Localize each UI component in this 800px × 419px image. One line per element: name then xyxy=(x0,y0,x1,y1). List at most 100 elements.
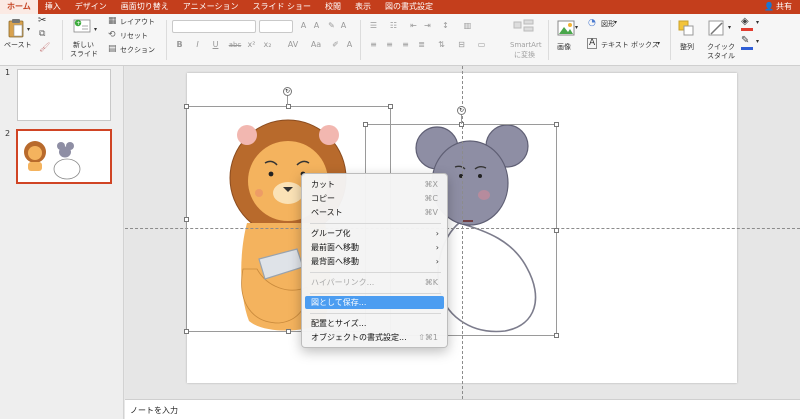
new-slide-dropdown-icon[interactable]: ▾ xyxy=(94,26,97,33)
tab-home[interactable]: ホーム xyxy=(0,0,38,14)
tab-review[interactable]: 校閲 xyxy=(318,0,348,14)
fill-bucket-icon[interactable]: ◈ xyxy=(741,16,749,27)
justify-icon[interactable]: ≣ xyxy=(416,39,427,51)
tab-picture-format[interactable]: 図の書式設定 xyxy=(378,0,440,14)
line-dropdown-icon[interactable]: ▾ xyxy=(756,38,759,45)
resize-handle-nw[interactable] xyxy=(184,104,189,109)
menu-item-cut[interactable]: カット ⌘X xyxy=(305,178,444,191)
menu-item-bring-to-front[interactable]: 最前面へ移動 › xyxy=(305,241,444,254)
increase-indent-icon[interactable]: ⇥ xyxy=(422,20,433,32)
strikethrough-icon[interactable]: abc xyxy=(228,39,242,51)
menu-item-size-and-position[interactable]: 配置とサイズ... xyxy=(305,317,444,330)
font-color-icon[interactable]: A xyxy=(344,39,355,51)
reset-button[interactable]: リセット xyxy=(120,31,148,41)
new-slide-icon[interactable]: + xyxy=(73,18,91,33)
clear-format-icon[interactable]: ✎ xyxy=(326,20,337,32)
picture-icon[interactable] xyxy=(557,20,575,36)
copy-icon[interactable]: ⧉ xyxy=(39,29,45,39)
textbox-button[interactable]: テキスト ボックス xyxy=(601,40,659,50)
tab-transitions[interactable]: 画面切り替え xyxy=(114,0,176,14)
shape-dropdown-icon[interactable]: ▾ xyxy=(614,19,617,26)
resize-handle-w[interactable] xyxy=(184,217,189,222)
align-left-icon[interactable]: ≡ xyxy=(368,39,379,51)
notes-placeholder: ノートを入力 xyxy=(130,406,178,415)
tab-view[interactable]: 表示 xyxy=(348,0,378,14)
menu-item-format-object[interactable]: オブジェクトの書式設定... ⇧⌘1 xyxy=(305,331,444,344)
text-direction-icon[interactable]: ⇅ xyxy=(436,39,447,51)
font-size-field[interactable] xyxy=(259,20,293,33)
new-slide-label-2[interactable]: スライド xyxy=(70,49,98,59)
char-spacing-icon[interactable]: AV xyxy=(284,39,302,51)
resize-handle-se-2[interactable] xyxy=(554,333,559,338)
resize-handle-ne-2[interactable] xyxy=(554,122,559,127)
shape-button[interactable]: 図形 xyxy=(601,19,615,29)
image-dropdown-icon[interactable]: ▾ xyxy=(575,24,578,31)
resize-handle-sw[interactable] xyxy=(184,329,189,334)
quick-style-label-2[interactable]: スタイル xyxy=(707,51,735,61)
font-grow-icon[interactable]: A xyxy=(298,20,309,32)
menu-item-group[interactable]: グループ化 › xyxy=(305,227,444,240)
smartart-label-1[interactable]: SmartArt xyxy=(510,41,542,49)
bullets-icon[interactable]: ☰ xyxy=(368,20,379,32)
menu-item-bring-to-front-label: 最前面へ移動 xyxy=(311,243,359,252)
menu-item-send-to-back[interactable]: 最背面へ移動 › xyxy=(305,255,444,268)
slide-thumbnail-2[interactable] xyxy=(16,129,112,184)
underline-icon[interactable]: U xyxy=(210,39,221,51)
format-painter-icon[interactable]: 🖌 xyxy=(39,43,50,53)
menu-item-copy[interactable]: コピー ⌘C xyxy=(305,192,444,205)
mouse-rotate-handle-icon[interactable]: ↻ xyxy=(457,106,466,115)
decrease-indent-icon[interactable]: ⇤ xyxy=(408,20,419,32)
font-name-field[interactable] xyxy=(172,20,256,33)
menu-item-size-and-position-label: 配置とサイズ... xyxy=(311,319,367,328)
lion-rotate-handle-icon[interactable]: ↻ xyxy=(283,87,292,96)
smartart-label-2[interactable]: に変換 xyxy=(514,50,535,60)
share-button[interactable]: 👤 共有 xyxy=(764,0,792,14)
change-case-icon[interactable]: Aa xyxy=(308,39,324,51)
subscript-icon[interactable]: x₂ xyxy=(262,39,273,51)
menu-item-paste[interactable]: ペースト ⌘V xyxy=(305,206,444,219)
arrange-label[interactable]: 整列 xyxy=(680,42,694,52)
align-right-icon[interactable]: ≡ xyxy=(400,39,411,51)
italic-icon[interactable]: I xyxy=(192,39,203,51)
tab-animations[interactable]: アニメーション xyxy=(176,0,246,14)
clipboard-icon[interactable] xyxy=(8,18,24,38)
section-button[interactable]: セクション xyxy=(120,45,155,55)
superscript-icon[interactable]: x² xyxy=(246,39,257,51)
align-center-icon[interactable]: ≡ xyxy=(384,39,395,51)
numbering-icon[interactable]: ☷ xyxy=(388,20,399,32)
line-spacing-icon[interactable]: ↕ xyxy=(440,20,451,32)
menu-item-save-as-picture[interactable]: 図として保存... xyxy=(305,296,444,309)
quick-style-icon[interactable] xyxy=(708,20,726,36)
quick-style-dropdown-icon[interactable]: ▾ xyxy=(728,24,731,31)
highlight-icon[interactable]: ✐ xyxy=(330,39,341,51)
text-box-options-icon[interactable]: ▭ xyxy=(476,39,487,51)
tab-design[interactable]: デザイン xyxy=(68,0,114,14)
smartart-icon[interactable] xyxy=(513,19,535,33)
svg-text:+: + xyxy=(76,20,81,27)
fill-dropdown-icon[interactable]: ▾ xyxy=(756,19,759,26)
context-menu: カット ⌘X コピー ⌘C ペースト ⌘V グループ化 › 最前面へ移動 › 最… xyxy=(301,173,448,348)
tab-insert[interactable]: 挿入 xyxy=(38,0,68,14)
resize-handle-nw-2[interactable] xyxy=(363,122,368,127)
resize-handle-s[interactable] xyxy=(286,329,291,334)
pen-icon[interactable]: ✎ xyxy=(741,35,749,46)
resize-handle-e-2[interactable] xyxy=(554,228,559,233)
paste-button-label[interactable]: ペースト xyxy=(4,40,32,50)
textbox-dropdown-icon[interactable]: ▾ xyxy=(657,40,660,47)
resize-handle-ne[interactable] xyxy=(388,104,393,109)
align-text-icon[interactable]: ⊟ xyxy=(456,39,467,51)
image-label[interactable]: 画像 xyxy=(557,42,571,52)
share-label: 共有 xyxy=(776,2,792,11)
tab-slideshow[interactable]: スライド ショー xyxy=(245,0,318,14)
font-shrink-icon[interactable]: A xyxy=(311,20,322,32)
scissors-icon[interactable]: ✂ xyxy=(38,15,46,26)
columns-icon[interactable]: ▥ xyxy=(462,20,473,32)
slide-number-1: 1 xyxy=(5,68,11,77)
slide-thumbnail-1[interactable] xyxy=(17,69,111,121)
bold-icon[interactable]: B xyxy=(174,39,185,51)
notes-pane[interactable]: ノートを入力 xyxy=(125,399,800,419)
layout-button[interactable]: レイアウト xyxy=(120,17,155,27)
font-color-a-icon[interactable]: A xyxy=(338,20,349,32)
paste-dropdown-icon[interactable]: ▾ xyxy=(27,26,30,33)
arrange-icon[interactable] xyxy=(678,20,694,36)
